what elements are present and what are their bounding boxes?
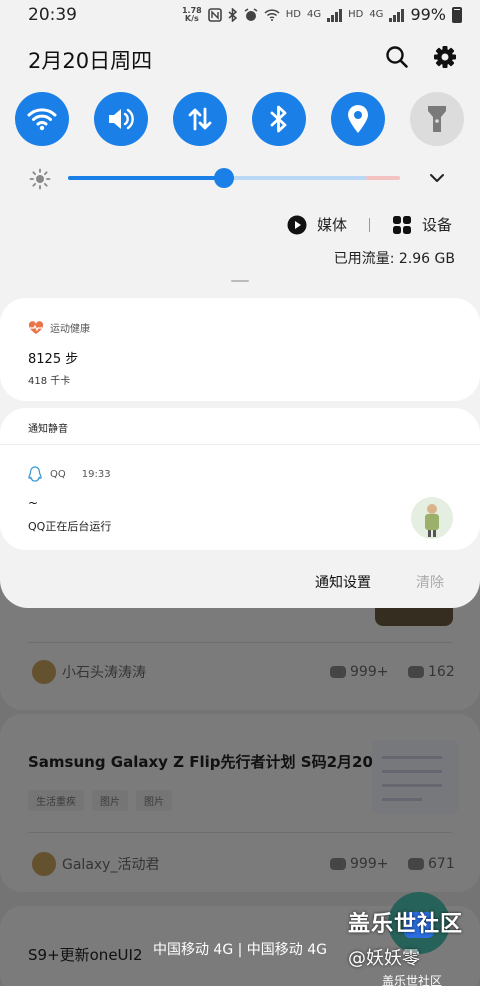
network-speed: 1.78 K/s bbox=[182, 6, 202, 23]
devices-label: 设备 bbox=[421, 216, 452, 234]
notification-settings-button[interactable]: 通知设置 bbox=[315, 572, 371, 592]
sound-icon bbox=[109, 108, 134, 130]
location-icon bbox=[348, 105, 368, 133]
network-type-2: 4G bbox=[369, 9, 384, 20]
status-time: 20:39 bbox=[28, 5, 77, 25]
status-bar: 20:39 1.78 K/s HD 4G HD 4G 99% bbox=[0, 0, 480, 30]
qq-penguin-icon bbox=[28, 466, 42, 482]
brightness-high-zone bbox=[366, 176, 400, 180]
bluetooth-icon bbox=[228, 7, 238, 23]
mobile-data-toggle[interactable] bbox=[173, 92, 227, 146]
heart-pulse-icon bbox=[28, 320, 44, 334]
brightness-slider[interactable] bbox=[68, 168, 400, 188]
qq-avatar bbox=[411, 497, 453, 539]
qq-notification-header[interactable]: QQ 19:33 bbox=[28, 466, 111, 482]
health-notification-card[interactable]: 运动健康 8125 步 418 千卡 bbox=[0, 298, 480, 401]
chevron-down-icon[interactable] bbox=[427, 168, 447, 188]
brightness-fill bbox=[68, 176, 224, 180]
signal-1-icon bbox=[327, 8, 343, 22]
qq-subtext: QQ正在后台运行 bbox=[28, 520, 112, 533]
settings-gear-icon[interactable] bbox=[432, 44, 458, 70]
location-toggle[interactable] bbox=[331, 92, 385, 146]
health-calories: 418 千卡 bbox=[28, 376, 71, 387]
flashlight-icon bbox=[428, 106, 446, 132]
network-type-1: 4G bbox=[306, 9, 322, 20]
fab-label: 盖乐世社区 bbox=[382, 974, 443, 986]
qq-time: 19:33 bbox=[81, 468, 111, 480]
divider bbox=[0, 444, 480, 445]
date-label: 2月20日周四 bbox=[28, 49, 153, 73]
sound-toggle[interactable] bbox=[94, 92, 148, 146]
battery-icon bbox=[452, 6, 462, 23]
speed-unit: K/s bbox=[184, 13, 199, 23]
clear-button[interactable]: 清除 bbox=[416, 572, 444, 592]
play-icon bbox=[287, 215, 307, 234]
qq-app-name: QQ bbox=[50, 468, 66, 480]
media-button[interactable]: 媒体 bbox=[287, 214, 347, 235]
hd-label: HD bbox=[348, 9, 364, 20]
flashlight-toggle[interactable] bbox=[410, 92, 464, 146]
watermark: 盖乐世社区 @妖妖零 bbox=[348, 906, 463, 970]
wifi-status-icon bbox=[264, 7, 280, 23]
health-app-name: 运动健康 bbox=[50, 324, 90, 335]
qq-message[interactable]: ~ bbox=[28, 496, 38, 510]
health-steps: 8125 步 bbox=[28, 352, 79, 367]
signal-2-icon bbox=[389, 8, 405, 22]
battery-percent: 99% bbox=[410, 5, 446, 24]
devices-grid-icon bbox=[392, 215, 411, 234]
brightness-icon bbox=[29, 168, 51, 190]
carrier-label: 中国移动 4G | 中国移动 4G bbox=[152, 942, 328, 958]
alarm-icon bbox=[244, 7, 258, 23]
status-icons: 1.78 K/s HD 4G HD 4G 99% bbox=[182, 5, 462, 24]
media-devices-row: 媒体 设备 bbox=[287, 214, 452, 235]
wifi-toggle[interactable] bbox=[15, 92, 69, 146]
bluetooth-icon bbox=[270, 105, 287, 133]
divider bbox=[368, 217, 370, 232]
silent-notifications-card: 通知静音 QQ 19:33 ~ QQ正在后台运行 bbox=[0, 408, 480, 550]
data-usage-label: 已用流量: 2.96 GB bbox=[333, 251, 455, 267]
health-app-header: 运动健康 bbox=[28, 320, 90, 335]
silent-section-label: 通知静音 bbox=[28, 424, 68, 435]
media-label: 媒体 bbox=[316, 216, 347, 234]
watermark-title: 盖乐世社区 bbox=[348, 912, 464, 937]
notification-panel: 20:39 1.78 K/s HD 4G HD 4G 99% 2月20日周四 媒… bbox=[0, 0, 480, 608]
devices-button[interactable]: 设备 bbox=[392, 214, 452, 235]
hd-label: HD bbox=[285, 9, 301, 20]
data-arrows-icon bbox=[188, 107, 212, 131]
bluetooth-toggle[interactable] bbox=[252, 92, 306, 146]
wifi-icon bbox=[27, 108, 57, 131]
search-icon[interactable] bbox=[384, 44, 410, 70]
panel-drag-handle[interactable] bbox=[231, 280, 249, 282]
brightness-knob[interactable] bbox=[214, 168, 234, 188]
nfc-icon bbox=[207, 7, 222, 23]
